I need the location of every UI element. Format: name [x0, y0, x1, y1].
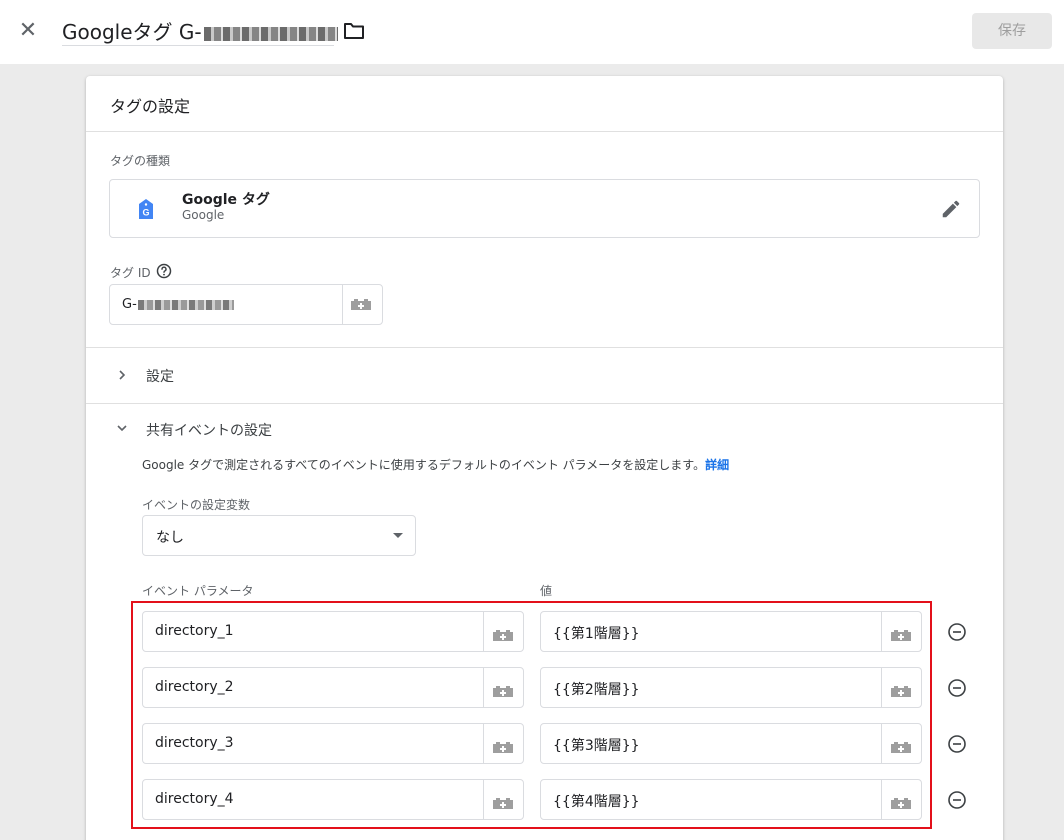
tag-type-label: タグの種類: [110, 154, 171, 168]
tag-title-text: Googleタグ G-: [62, 20, 202, 44]
event-settings-variable-label: イベントの設定変数: [142, 498, 251, 512]
top-bar: ✕ Googleタグ G- 保存: [0, 0, 1064, 64]
divider: [86, 131, 1003, 132]
tag-logo-icon: G: [139, 199, 153, 219]
chevron-down-icon: [117, 425, 127, 432]
redacted-tag-id: [203, 26, 338, 41]
shared-events-description: Google タグで測定されるすべてのイベントに使用するデフォルトのイベント パ…: [142, 456, 729, 473]
remove-circle-icon[interactable]: [947, 678, 967, 698]
settings-section-label: 設定: [146, 369, 174, 385]
tag-title[interactable]: Googleタグ G-: [62, 17, 338, 47]
details-link[interactable]: 詳細: [705, 458, 729, 472]
description-text: Google タグで測定されるすべてのイベントに使用するデフォルトのイベント パ…: [142, 458, 706, 472]
tag-type-name: Google タグ: [182, 192, 270, 208]
svg-text:G: G: [142, 208, 149, 218]
tag-type-vendor: Google: [182, 208, 225, 222]
remove-circle-icon[interactable]: [947, 734, 967, 754]
shared-events-section-header[interactable]: 共有イベントの設定: [86, 403, 1003, 443]
tag-id-value: G-: [122, 297, 234, 312]
highlight-box: [131, 601, 932, 829]
edit-pencil-icon[interactable]: [940, 198, 962, 220]
input-divider: [342, 285, 343, 324]
value-header: 値: [540, 584, 553, 598]
tag-id-label: タグ ID: [110, 266, 151, 280]
remove-circle-icon[interactable]: [947, 790, 967, 810]
settings-section[interactable]: 設定: [86, 347, 1003, 403]
shared-events-label: 共有イベントの設定: [146, 423, 272, 439]
event-settings-variable-select[interactable]: なし: [142, 515, 416, 556]
tag-id-input[interactable]: G-: [109, 284, 383, 325]
close-icon[interactable]: ✕: [17, 20, 39, 42]
card-title: タグの設定: [110, 97, 191, 116]
title-underline: [62, 45, 334, 46]
remove-circle-icon[interactable]: [947, 622, 967, 642]
dropdown-arrow-icon: [393, 533, 403, 538]
help-icon[interactable]: [156, 263, 172, 279]
variable-brick-icon[interactable]: [351, 299, 371, 310]
folder-icon[interactable]: [343, 22, 365, 40]
tag-id-prefix: G-: [122, 297, 137, 312]
redacted-tag-id-value: [137, 299, 234, 310]
tag-type-selector[interactable]: G Google タグ Google: [109, 179, 980, 238]
select-value: なし: [156, 530, 184, 546]
tag-config-card: タグの設定 タグの種類 G Google タグ Google タグ ID G-: [86, 76, 1003, 840]
chevron-right-icon: [119, 370, 126, 380]
save-button[interactable]: 保存: [972, 13, 1052, 49]
event-param-header: イベント パラメータ: [142, 584, 254, 598]
